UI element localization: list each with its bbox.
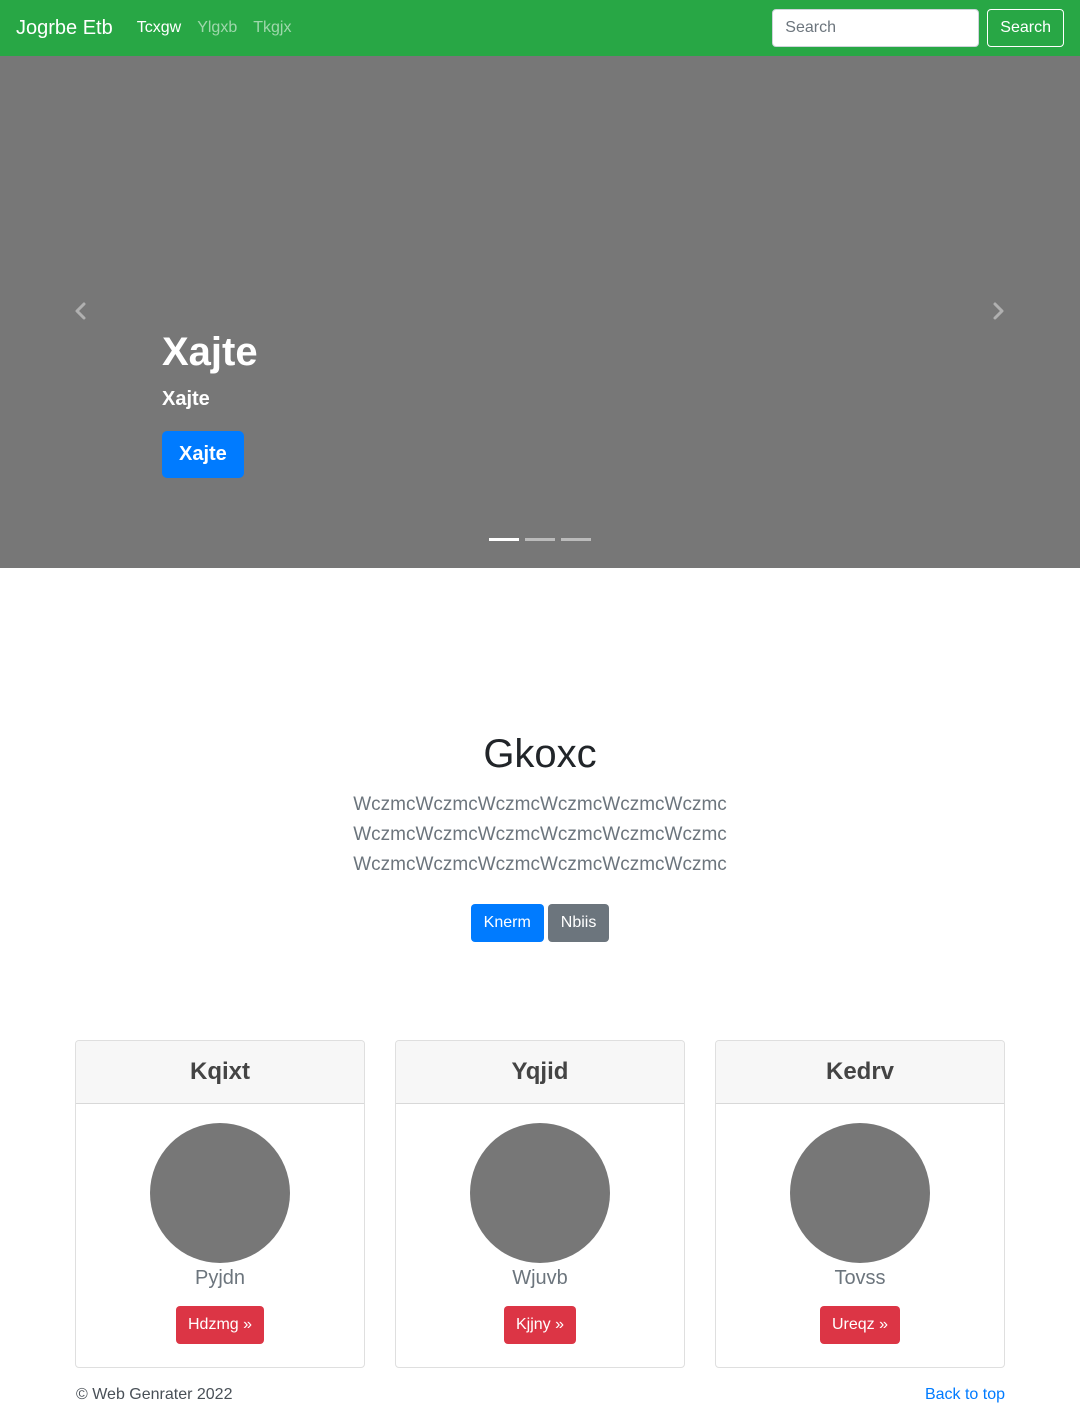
section-buttons: Knerm Nbiis	[0, 904, 1080, 942]
card-yqjid: Yqjid Wjuvb Kjjny »	[395, 1040, 685, 1368]
card-body: Tovss Ureqz »	[716, 1104, 1004, 1344]
hero-carousel: Xajte Xajte Xajte	[0, 56, 1080, 568]
card-header: Yqjid	[396, 1041, 684, 1104]
section-title: Gkoxc	[483, 732, 597, 776]
section-lead-line: WczmcWczmcWczmcWczmcWczmcWczmc	[353, 824, 727, 845]
card-text: Tovss	[834, 1267, 886, 1289]
card-header: Kedrv	[716, 1041, 1004, 1104]
carousel-next-button[interactable]	[983, 296, 1013, 326]
nav-link-ylgxb[interactable]: Ylgxb	[197, 19, 237, 37]
search-button[interactable]: Search	[987, 9, 1064, 47]
card-kqixt: Kqixt Pyjdn Hdzmg »	[75, 1040, 365, 1368]
carousel-indicators	[489, 538, 597, 541]
navbar: Jogrbe Etb Tcxgw Ylgxb Tkgjx Search	[0, 0, 1080, 56]
chevron-left-icon	[75, 302, 86, 320]
knerm-button[interactable]: Knerm	[470, 904, 544, 942]
card-header: Kqixt	[76, 1041, 364, 1104]
carousel-title: Xajte	[162, 330, 258, 374]
nav-link-tkgjx[interactable]: Tkgjx	[253, 19, 291, 37]
search-form: Search	[772, 9, 1064, 47]
nbiis-button[interactable]: Nbiis	[547, 904, 610, 942]
avatar-placeholder	[470, 1123, 610, 1263]
carousel-indicator-3[interactable]	[561, 538, 591, 541]
section-lead-line: WczmcWczmcWczmcWczmcWczmcWczmc	[353, 854, 727, 875]
carousel-subtitle: Xajte	[162, 388, 210, 410]
card-body: Wjuvb Kjjny »	[396, 1104, 684, 1344]
card-text: Pyjdn	[194, 1267, 246, 1289]
card-button-ureqz[interactable]: Ureqz »	[819, 1306, 901, 1344]
card-body: Pyjdn Hdzmg »	[76, 1104, 364, 1344]
back-to-top-link[interactable]: Back to top	[925, 1386, 1005, 1404]
footer-copyright: © Web Genrater 2022	[76, 1386, 233, 1403]
card-button-hdzmg[interactable]: Hdzmg »	[175, 1306, 265, 1344]
section-lead-line: WczmcWczmcWczmcWczmcWczmcWczmc	[353, 794, 727, 815]
nav-link-tcxgw[interactable]: Tcxgw	[137, 19, 181, 37]
chevron-right-icon	[993, 302, 1004, 320]
carousel-caption: Xajte Xajte Xajte	[162, 332, 258, 478]
card-text: Wjuvb	[512, 1267, 568, 1289]
card-kedrv: Kedrv Tovss Ureqz »	[715, 1040, 1005, 1368]
jumbotron-section: Gkoxc WczmcWczmcWczmcWczmcWczmcWczmc Wcz…	[0, 732, 1080, 942]
avatar-placeholder	[790, 1123, 930, 1263]
carousel-prev-button[interactable]	[66, 296, 96, 326]
card-button-kjjny[interactable]: Kjjny »	[503, 1306, 577, 1344]
section-lead: WczmcWczmcWczmcWczmcWczmcWczmc WczmcWczm…	[0, 790, 1080, 880]
search-input[interactable]	[772, 9, 980, 47]
carousel-indicator-1[interactable]	[489, 538, 519, 541]
carousel-indicator-2[interactable]	[525, 538, 555, 541]
carousel-cta-button[interactable]: Xajte	[162, 431, 244, 478]
navbar-brand[interactable]: Jogrbe Etb	[16, 17, 113, 40]
avatar-placeholder	[150, 1123, 290, 1263]
